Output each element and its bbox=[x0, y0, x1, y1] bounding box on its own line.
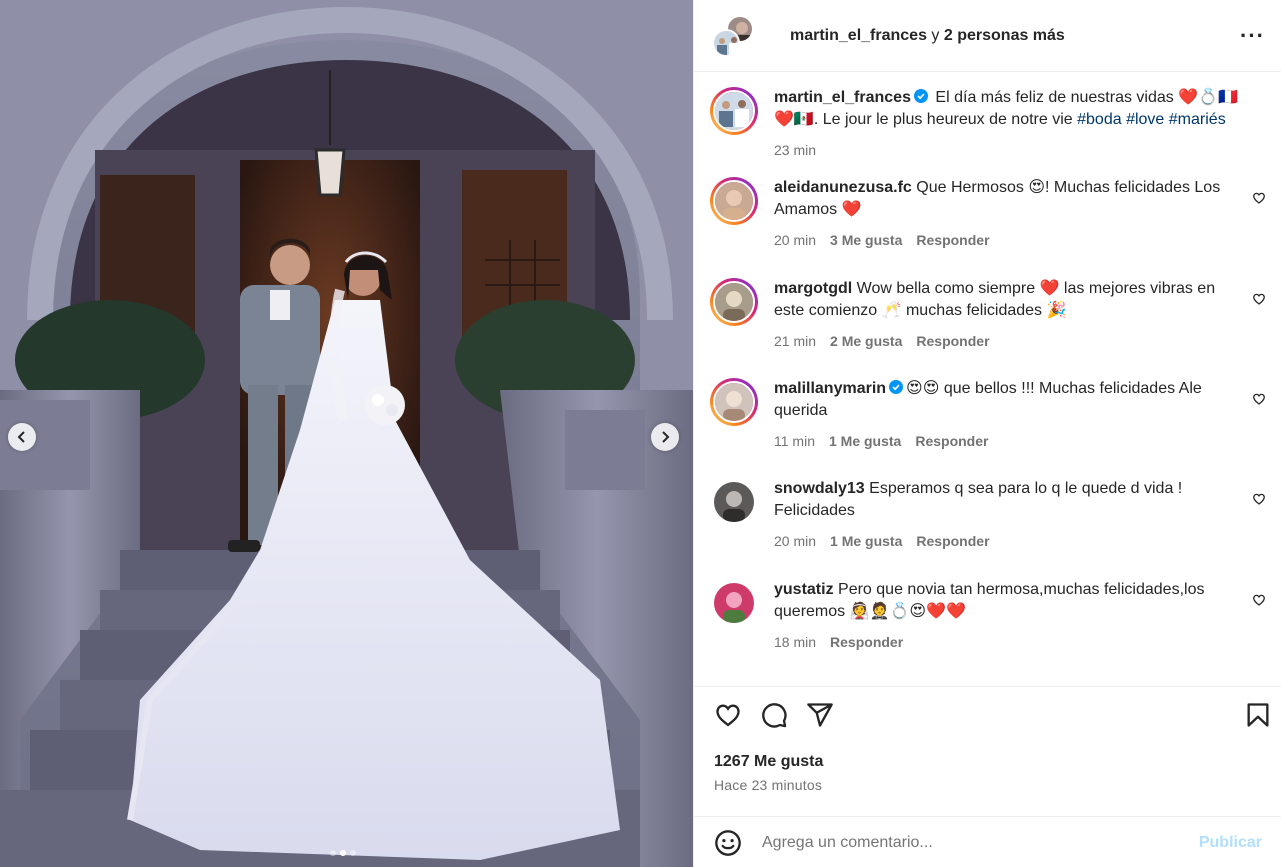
comment-composer: Publicar bbox=[694, 816, 1281, 867]
hashtag-link[interactable]: #mariés bbox=[1169, 111, 1226, 128]
smiley-icon[interactable] bbox=[714, 829, 742, 857]
hashtag-link[interactable]: #love bbox=[1126, 111, 1164, 128]
comment-item: yustatiz Pero que novia tan hermosa,much… bbox=[710, 579, 1266, 653]
comment-like-heart-icon[interactable] bbox=[1252, 292, 1266, 306]
carousel-dot bbox=[340, 850, 346, 856]
comment-likes[interactable]: 3 Me gusta bbox=[830, 229, 902, 251]
comment-time: 21 min bbox=[774, 333, 817, 349]
carousel-dot bbox=[330, 850, 336, 856]
verified-badge-icon bbox=[889, 380, 904, 394]
comment-text: Pero que novia tan hermosa,muchas felici… bbox=[774, 581, 1205, 620]
reply-button[interactable]: Responder bbox=[916, 229, 989, 251]
more-horizontal-icon: ··· bbox=[1240, 22, 1265, 48]
caption-username[interactable]: martin_el_frances bbox=[774, 89, 911, 106]
post-owner-line[interactable]: martin_el_frances y 2 personas más bbox=[790, 27, 1065, 45]
comment-username[interactable]: aleidanunezusa.fc bbox=[774, 179, 912, 196]
bookmark-icon[interactable] bbox=[1244, 701, 1272, 729]
comment-time: 11 min bbox=[774, 433, 815, 449]
post-sidebar: martin_el_frances y 2 personas más ··· m… bbox=[693, 0, 1281, 867]
caption-avatar[interactable] bbox=[710, 87, 758, 135]
carousel-indicator bbox=[330, 850, 356, 856]
avatar bbox=[712, 28, 740, 57]
post-actions: 1267 Me gusta Hace 23 minutos Publicar bbox=[694, 686, 1281, 867]
comment-like-heart-icon[interactable] bbox=[1252, 492, 1266, 506]
post-owner-connector: y bbox=[931, 26, 940, 44]
post-header: martin_el_frances y 2 personas más ··· bbox=[694, 0, 1281, 72]
comment-item: snowdaly13 Esperamos q sea para lo q le … bbox=[710, 478, 1266, 552]
carousel-dot bbox=[350, 850, 356, 856]
comment-item: malillanymarin 😍😍 que bellos !!! Muchas f… bbox=[710, 378, 1266, 452]
post-timestamp: Hace 23 minutos bbox=[714, 777, 823, 793]
comment-icon[interactable] bbox=[760, 701, 788, 729]
reply-button[interactable]: Responder bbox=[830, 631, 903, 653]
caption: martin_el_frances El día más feliz de nu… bbox=[710, 87, 1266, 161]
comment-username[interactable]: margotgdl bbox=[774, 280, 852, 297]
caption-text-fr: ❤️🇲🇽. Le jour le plus heureux de notre v… bbox=[774, 111, 1073, 128]
publish-button[interactable]: Publicar bbox=[1199, 834, 1262, 852]
heart-icon[interactable] bbox=[714, 701, 742, 729]
comment-time: 18 min bbox=[774, 634, 817, 650]
caption-time: 23 min bbox=[774, 142, 817, 158]
carousel-prev-button[interactable] bbox=[8, 423, 36, 451]
post-photo[interactable] bbox=[0, 0, 693, 867]
comment-time: 20 min bbox=[774, 533, 817, 549]
comments-list: martin_el_frances El día más feliz de nu… bbox=[694, 73, 1281, 685]
reply-button[interactable]: Responder bbox=[916, 330, 989, 352]
comment-time: 20 min bbox=[774, 232, 817, 248]
comment-likes[interactable]: 1 Me gusta bbox=[829, 430, 901, 452]
chevron-left-icon bbox=[17, 431, 25, 443]
comment-item: margotgdl Wow bella como siempre ❤️ las … bbox=[710, 278, 1266, 352]
post-others-count[interactable]: 2 personas más bbox=[944, 27, 1065, 44]
comment-likes[interactable]: 1 Me gusta bbox=[830, 530, 902, 552]
commenter-avatar[interactable] bbox=[710, 478, 758, 526]
commenter-avatar[interactable] bbox=[710, 177, 758, 225]
comment-like-heart-icon[interactable] bbox=[1252, 392, 1266, 406]
commenter-avatar[interactable] bbox=[710, 579, 758, 627]
chevron-right-icon bbox=[662, 431, 670, 443]
send-icon[interactable] bbox=[806, 701, 834, 729]
comment-like-heart-icon[interactable] bbox=[1252, 191, 1266, 205]
caption-text: El día más feliz de nuestras vidas ❤️💍🇫🇷 bbox=[935, 89, 1238, 106]
post-owner-username[interactable]: martin_el_frances bbox=[790, 27, 927, 44]
comment-like-heart-icon[interactable] bbox=[1252, 593, 1266, 607]
comment-username[interactable]: yustatiz bbox=[774, 581, 834, 598]
wedding-photo bbox=[0, 0, 693, 867]
comment-likes[interactable]: 2 Me gusta bbox=[830, 330, 902, 352]
comment-username[interactable]: malillanymarin bbox=[774, 380, 886, 397]
commenter-avatar[interactable] bbox=[710, 378, 758, 426]
reply-button[interactable]: Responder bbox=[915, 430, 988, 452]
hashtag-link[interactable]: #boda bbox=[1077, 111, 1122, 128]
comment-input[interactable] bbox=[762, 833, 1189, 852]
collab-avatars[interactable] bbox=[712, 14, 754, 57]
carousel-next-button[interactable] bbox=[651, 423, 679, 451]
more-options-button[interactable]: ··· bbox=[1240, 22, 1265, 48]
reply-button[interactable]: Responder bbox=[916, 530, 989, 552]
likes-count[interactable]: 1267 Me gusta bbox=[714, 753, 823, 771]
comment-username[interactable]: snowdaly13 bbox=[774, 480, 865, 497]
commenter-avatar[interactable] bbox=[710, 278, 758, 326]
verified-badge-icon bbox=[913, 89, 928, 103]
comment-item: aleidanunezusa.fc Que Hermosos 😍! Muchas… bbox=[710, 177, 1266, 251]
